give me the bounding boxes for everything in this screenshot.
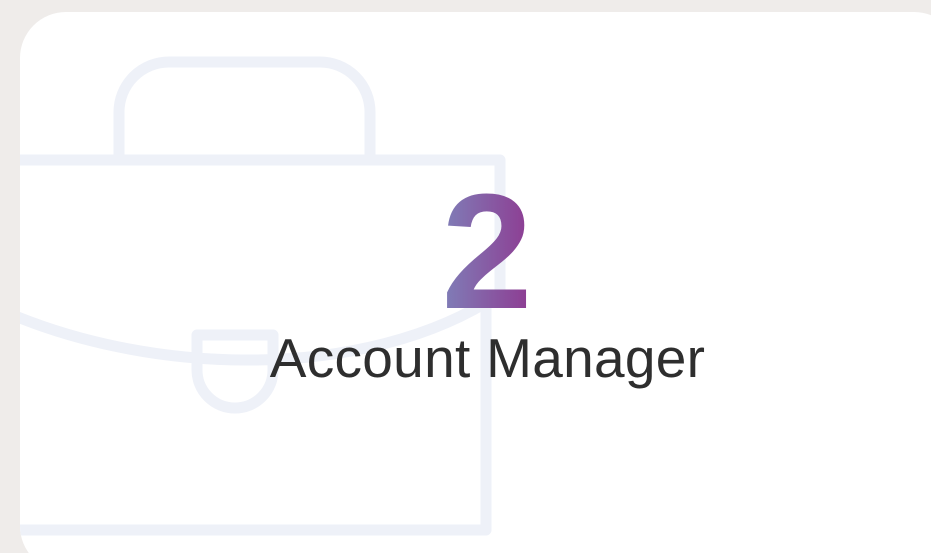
page-background: 2 Account Manager [0,0,931,553]
stat-number: 2 [441,176,532,326]
stat-label: Account Manager [269,327,706,389]
svg-text:2: 2 [441,176,532,326]
stat-content: 2 Account Manager [0,0,931,553]
